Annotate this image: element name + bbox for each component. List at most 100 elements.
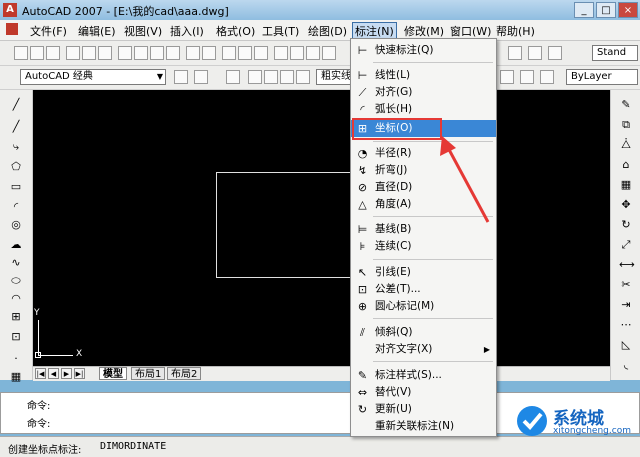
workspace-settings-icon[interactable] (174, 70, 188, 84)
hatch-icon[interactable]: ▦ (9, 370, 23, 384)
save-icon[interactable] (46, 46, 60, 60)
menu-item-linear[interactable]: ⊢ 线性(L) (351, 67, 496, 84)
circle-icon[interactable]: ◎ (9, 218, 23, 232)
construction-line-icon[interactable]: ╱ (9, 120, 23, 134)
ellipse-icon[interactable]: ⬭ (9, 274, 23, 288)
sheet-set-icon[interactable] (306, 46, 320, 60)
layer-color-icon[interactable] (296, 70, 310, 84)
point-icon[interactable]: · (9, 352, 23, 366)
menu-insert[interactable]: 插入(I) (170, 23, 204, 39)
menu-item-override[interactable]: ⇔ 替代(V) (351, 384, 496, 401)
copy-object-icon[interactable]: ⧉ (619, 118, 633, 132)
polygon-icon[interactable]: ⬠ (9, 160, 23, 174)
layer-freeze-icon[interactable] (264, 70, 278, 84)
zoom-icon[interactable] (238, 46, 252, 60)
first-tab-icon[interactable]: |◀ (35, 368, 46, 379)
next-tab-icon[interactable]: ▶ (61, 368, 72, 379)
polyline-icon[interactable]: ⤷ (9, 140, 23, 154)
menu-item-dim-style[interactable]: ✎ 标注样式(S)... (351, 367, 496, 384)
menu-item-update[interactable]: ↻ 更新(U) (351, 401, 496, 418)
rectangle-icon[interactable]: ▭ (9, 180, 23, 194)
make-current-icon[interactable] (520, 70, 534, 84)
copy-icon[interactable] (134, 46, 148, 60)
stretch-icon[interactable]: ⟷ (619, 258, 635, 272)
trim-icon[interactable]: ✂ (619, 278, 633, 292)
close-button[interactable]: × (618, 2, 638, 18)
offset-icon[interactable]: ⌂ (619, 158, 633, 172)
paste-icon[interactable] (150, 46, 164, 60)
scale-icon[interactable]: ⤢ (619, 238, 633, 252)
document-menu-icon[interactable] (6, 23, 18, 35)
layer-on-icon[interactable] (248, 70, 262, 84)
cut-icon[interactable] (118, 46, 132, 60)
maximize-button[interactable]: □ (596, 2, 616, 18)
menu-item-arc-length[interactable]: ◜ 弧长(H) (351, 101, 496, 118)
menu-tools[interactable]: 工具(T) (262, 23, 299, 39)
layer-prev-icon[interactable] (500, 70, 514, 84)
preview-icon[interactable] (82, 46, 96, 60)
menu-item-quick-dim[interactable]: ⊢ 快速标注(Q) (351, 42, 496, 59)
menu-file[interactable]: 文件(F) (30, 23, 67, 39)
menu-draw[interactable]: 绘图(D) (308, 23, 347, 39)
pan-icon[interactable] (222, 46, 236, 60)
menu-item-oblique[interactable]: ⫽ 倾斜(Q) (351, 324, 496, 341)
menu-item-aligned[interactable]: ⟋ 对齐(G) (351, 84, 496, 101)
revcloud-icon[interactable]: ☁ (9, 238, 23, 252)
plot-icon[interactable] (66, 46, 80, 60)
color-swatch-icon[interactable] (540, 70, 554, 84)
new-icon[interactable] (14, 46, 28, 60)
layer-lock-icon[interactable] (280, 70, 294, 84)
color-combo[interactable]: ByLayer (566, 69, 638, 85)
menu-item-reassociate[interactable]: 重新关联标注(N) (351, 418, 496, 435)
chamfer-icon[interactable]: ◺ (619, 338, 633, 352)
menu-edit[interactable]: 编辑(E) (78, 23, 116, 39)
rotate-icon[interactable]: ↻ (619, 218, 633, 232)
insert-block-icon[interactable]: ⊞ (9, 310, 23, 324)
menu-item-tolerance[interactable]: ⊡ 公差(T)... (351, 281, 496, 298)
menu-modify[interactable]: 修改(M) (404, 23, 444, 39)
text-style-combo[interactable]: Stand (592, 45, 638, 61)
redo-icon[interactable] (202, 46, 216, 60)
command-input-line[interactable]: 命令: (27, 415, 50, 430)
ellipse-arc-icon[interactable]: ◠ (9, 292, 23, 306)
calculator-icon[interactable] (508, 46, 522, 60)
line-icon[interactable]: ╱ (9, 98, 23, 112)
design-center-icon[interactable] (274, 46, 288, 60)
array-icon[interactable]: ▦ (619, 178, 633, 192)
drawn-rectangle[interactable] (216, 172, 359, 278)
tab-model[interactable]: 模型 (99, 367, 127, 380)
tab-layout1[interactable]: 布局1 (131, 367, 166, 380)
break-icon[interactable]: ⋯ (619, 318, 633, 332)
menu-window[interactable]: 窗口(W) (450, 23, 491, 39)
menu-item-center-mark[interactable]: ⊕ 圆心标记(M) (351, 298, 496, 315)
mirror-icon[interactable]: ⧊ (619, 138, 633, 152)
match-prop-icon[interactable] (166, 46, 180, 60)
menu-help[interactable]: 帮助(H) (496, 23, 535, 39)
properties-icon[interactable] (254, 46, 268, 60)
move-icon[interactable]: ✥ (619, 198, 633, 212)
arc-icon[interactable]: ◜ (9, 200, 23, 214)
open-icon[interactable] (30, 46, 44, 60)
publish-icon[interactable] (98, 46, 112, 60)
spline-icon[interactable]: ∿ (9, 256, 23, 270)
menu-item-align-text[interactable]: 对齐文字(X) ▶ (351, 341, 496, 358)
help-icon[interactable] (528, 46, 542, 60)
menu-format[interactable]: 格式(O) (216, 23, 255, 39)
layer-manager-icon[interactable] (226, 70, 240, 84)
text-style-icon[interactable] (548, 46, 562, 60)
menu-view[interactable]: 视图(V) (124, 23, 162, 39)
tool-palette-icon[interactable] (290, 46, 304, 60)
last-tab-icon[interactable]: ▶| (74, 368, 85, 379)
menu-item-leader[interactable]: ↖ 引线(E) (351, 264, 496, 281)
layer-combo[interactable]: 粗实线 (316, 69, 352, 85)
markup-icon[interactable] (322, 46, 336, 60)
workspace-combo[interactable]: AutoCAD 经典 ▼ (20, 69, 166, 85)
workspace-save-icon[interactable] (194, 70, 208, 84)
extend-icon[interactable]: ⇥ (619, 298, 633, 312)
undo-icon[interactable] (186, 46, 200, 60)
make-block-icon[interactable]: ⊡ (9, 330, 23, 344)
prev-tab-icon[interactable]: ◀ (48, 368, 59, 379)
minimize-button[interactable]: _ (574, 2, 594, 18)
erase-icon[interactable]: ✎ (619, 98, 633, 112)
menu-item-continue[interactable]: ⊧ 连续(C) (351, 238, 496, 255)
